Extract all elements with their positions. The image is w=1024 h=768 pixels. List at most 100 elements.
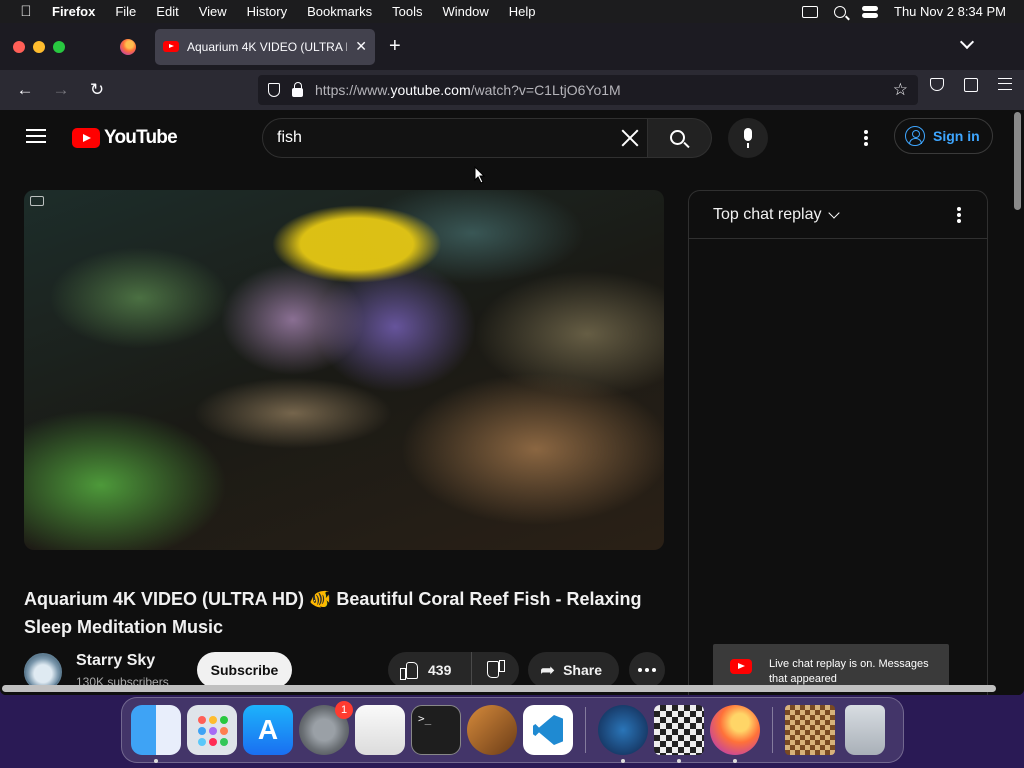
menu-view[interactable]: View bbox=[189, 4, 237, 19]
subscribe-button[interactable]: Subscribe bbox=[197, 652, 292, 688]
dock: A 1 >_ bbox=[121, 697, 904, 763]
reload-button[interactable]: ↻ bbox=[82, 75, 112, 105]
youtube-favicon-icon bbox=[163, 41, 179, 52]
firefox-icon bbox=[120, 38, 136, 55]
video-title: Aquarium 4K VIDEO (ULTRA HD) 🐠 Beautiful… bbox=[24, 589, 642, 637]
dock-launchpad-icon[interactable] bbox=[187, 705, 237, 755]
close-tab-icon[interactable]: ✕ bbox=[355, 38, 367, 55]
menu-bookmarks[interactable]: Bookmarks bbox=[297, 4, 382, 19]
youtube-icon bbox=[730, 659, 752, 674]
sign-in-label: Sign in bbox=[933, 128, 980, 144]
dock-textedit-icon[interactable] bbox=[355, 705, 405, 755]
minimize-window-button[interactable] bbox=[33, 40, 45, 53]
thumb-down-icon bbox=[487, 661, 505, 679]
menu-help[interactable]: Help bbox=[499, 4, 546, 19]
search-input[interactable]: fish bbox=[262, 118, 648, 158]
dock-steam-icon[interactable] bbox=[598, 705, 648, 763]
dock-system-settings-icon[interactable]: 1 bbox=[299, 701, 353, 755]
youtube-header: YouTube fish Sign in bbox=[0, 110, 1024, 166]
like-button[interactable]: 439 bbox=[388, 652, 472, 688]
extensions-icon[interactable] bbox=[964, 78, 978, 92]
control-center-icon[interactable] bbox=[862, 5, 878, 18]
search-input-value: fish bbox=[277, 129, 302, 146]
sign-in-button[interactable]: Sign in bbox=[894, 118, 993, 154]
youtube-logo-icon bbox=[72, 128, 100, 148]
url-path: /watch?v=C1LtjO6Yo1M bbox=[470, 82, 621, 98]
window-controls bbox=[0, 40, 105, 53]
youtube-logo[interactable]: YouTube bbox=[72, 127, 178, 149]
dock-finder-icon[interactable] bbox=[131, 705, 181, 763]
channel-watermark bbox=[30, 196, 44, 206]
dock-app-store-icon[interactable]: A bbox=[243, 705, 293, 755]
chat-notice-text: Live chat replay is on. Messages that ap… bbox=[769, 658, 929, 685]
pocket-icon[interactable] bbox=[930, 78, 944, 91]
search-button[interactable] bbox=[648, 118, 712, 158]
owner-row: Starry Sky 130K subscribers Subscribe 43… bbox=[24, 650, 665, 691]
more-actions-button[interactable] bbox=[629, 652, 665, 688]
url-text[interactable]: https://www.youtube.com/watch?v=C1LtjO6Y… bbox=[315, 82, 621, 98]
video-player[interactable] bbox=[24, 190, 664, 550]
user-icon bbox=[905, 126, 925, 146]
guide-menu-icon[interactable] bbox=[26, 129, 46, 143]
settings-kebab-icon[interactable] bbox=[864, 130, 868, 146]
dock-chess-board-icon[interactable] bbox=[785, 705, 835, 755]
voice-search-button[interactable] bbox=[728, 118, 768, 158]
menu-edit[interactable]: Edit bbox=[146, 4, 188, 19]
youtube-logo-text: YouTube bbox=[104, 127, 178, 148]
clear-search-icon[interactable] bbox=[619, 127, 641, 149]
pinned-tab-firefox[interactable] bbox=[105, 23, 151, 70]
bookmark-star-icon[interactable]: ☆ bbox=[893, 80, 908, 100]
close-window-button[interactable] bbox=[13, 40, 25, 53]
chat-mode-selector[interactable]: Top chat replay bbox=[713, 206, 822, 224]
tab-youtube-active[interactable]: Aquarium 4K VIDEO (ULTRA HD ✕ bbox=[155, 28, 375, 65]
dock-trash-icon[interactable] bbox=[845, 705, 885, 755]
dock-vscode-icon[interactable] bbox=[523, 705, 573, 755]
chat-header: Top chat replay bbox=[689, 191, 987, 239]
menu-history[interactable]: History bbox=[237, 4, 297, 19]
firefox-window: Aquarium 4K VIDEO (ULTRA HD ✕ + ← → ↻ ht… bbox=[0, 23, 1024, 695]
chat-more-icon[interactable] bbox=[957, 207, 961, 225]
app-menu-icon[interactable] bbox=[998, 78, 1012, 90]
zoom-window-button[interactable] bbox=[53, 40, 65, 53]
like-count: 439 bbox=[428, 662, 452, 678]
url-bar[interactable]: https://www.youtube.com/watch?v=C1LtjO6Y… bbox=[258, 75, 918, 105]
dock-separator bbox=[585, 707, 586, 753]
settings-badge: 1 bbox=[335, 701, 353, 719]
horizontal-scrollbar[interactable] bbox=[2, 685, 996, 692]
menu-bar:  Firefox File Edit View History Bookmar… bbox=[0, 0, 1024, 23]
mouse-cursor-icon bbox=[474, 166, 486, 184]
menu-window[interactable]: Window bbox=[433, 4, 499, 19]
tab-list-chevron-icon[interactable] bbox=[959, 34, 975, 50]
dock-terminal-icon[interactable]: >_ bbox=[411, 705, 461, 755]
back-button[interactable]: ← bbox=[10, 75, 40, 105]
dock-chess-icon[interactable] bbox=[654, 705, 704, 763]
menu-app-firefox[interactable]: Firefox bbox=[52, 4, 105, 19]
url-host: youtube.com bbox=[390, 82, 471, 98]
dock-separator-2 bbox=[772, 707, 773, 753]
toolbar-right bbox=[930, 78, 1012, 92]
watermark-icon bbox=[30, 196, 44, 206]
display-icon[interactable] bbox=[802, 5, 818, 18]
vertical-scrollbar[interactable] bbox=[1014, 112, 1021, 210]
youtube-page: YouTube fish Sign in Aquarium 4K VIDEO (… bbox=[0, 110, 1024, 695]
share-button[interactable]: ➦ Share bbox=[528, 652, 619, 688]
spotlight-search-icon[interactable] bbox=[834, 5, 846, 18]
tracking-protection-shield-icon[interactable] bbox=[268, 83, 280, 97]
dock-firefox-icon[interactable] bbox=[710, 705, 760, 763]
dock-garageband-icon[interactable] bbox=[467, 705, 517, 755]
menu-file[interactable]: File bbox=[105, 4, 146, 19]
url-prefix: https://www. bbox=[315, 82, 391, 98]
apple-menu-icon[interactable]:  bbox=[0, 3, 52, 20]
thumb-up-icon bbox=[400, 661, 418, 680]
tab-title: Aquarium 4K VIDEO (ULTRA HD bbox=[187, 39, 348, 54]
new-tab-button[interactable]: + bbox=[389, 35, 401, 58]
lock-icon[interactable] bbox=[292, 82, 303, 97]
channel-name[interactable]: Starry Sky bbox=[76, 652, 155, 670]
search-icon bbox=[670, 130, 685, 145]
clock[interactable]: Thu Nov 2 8:34 PM bbox=[894, 4, 1006, 19]
like-dislike-group: 439 bbox=[388, 652, 519, 688]
chevron-down-icon[interactable] bbox=[827, 206, 840, 219]
dislike-button[interactable] bbox=[472, 661, 519, 679]
forward-button[interactable]: → bbox=[46, 75, 76, 105]
menu-tools[interactable]: Tools bbox=[382, 4, 432, 19]
